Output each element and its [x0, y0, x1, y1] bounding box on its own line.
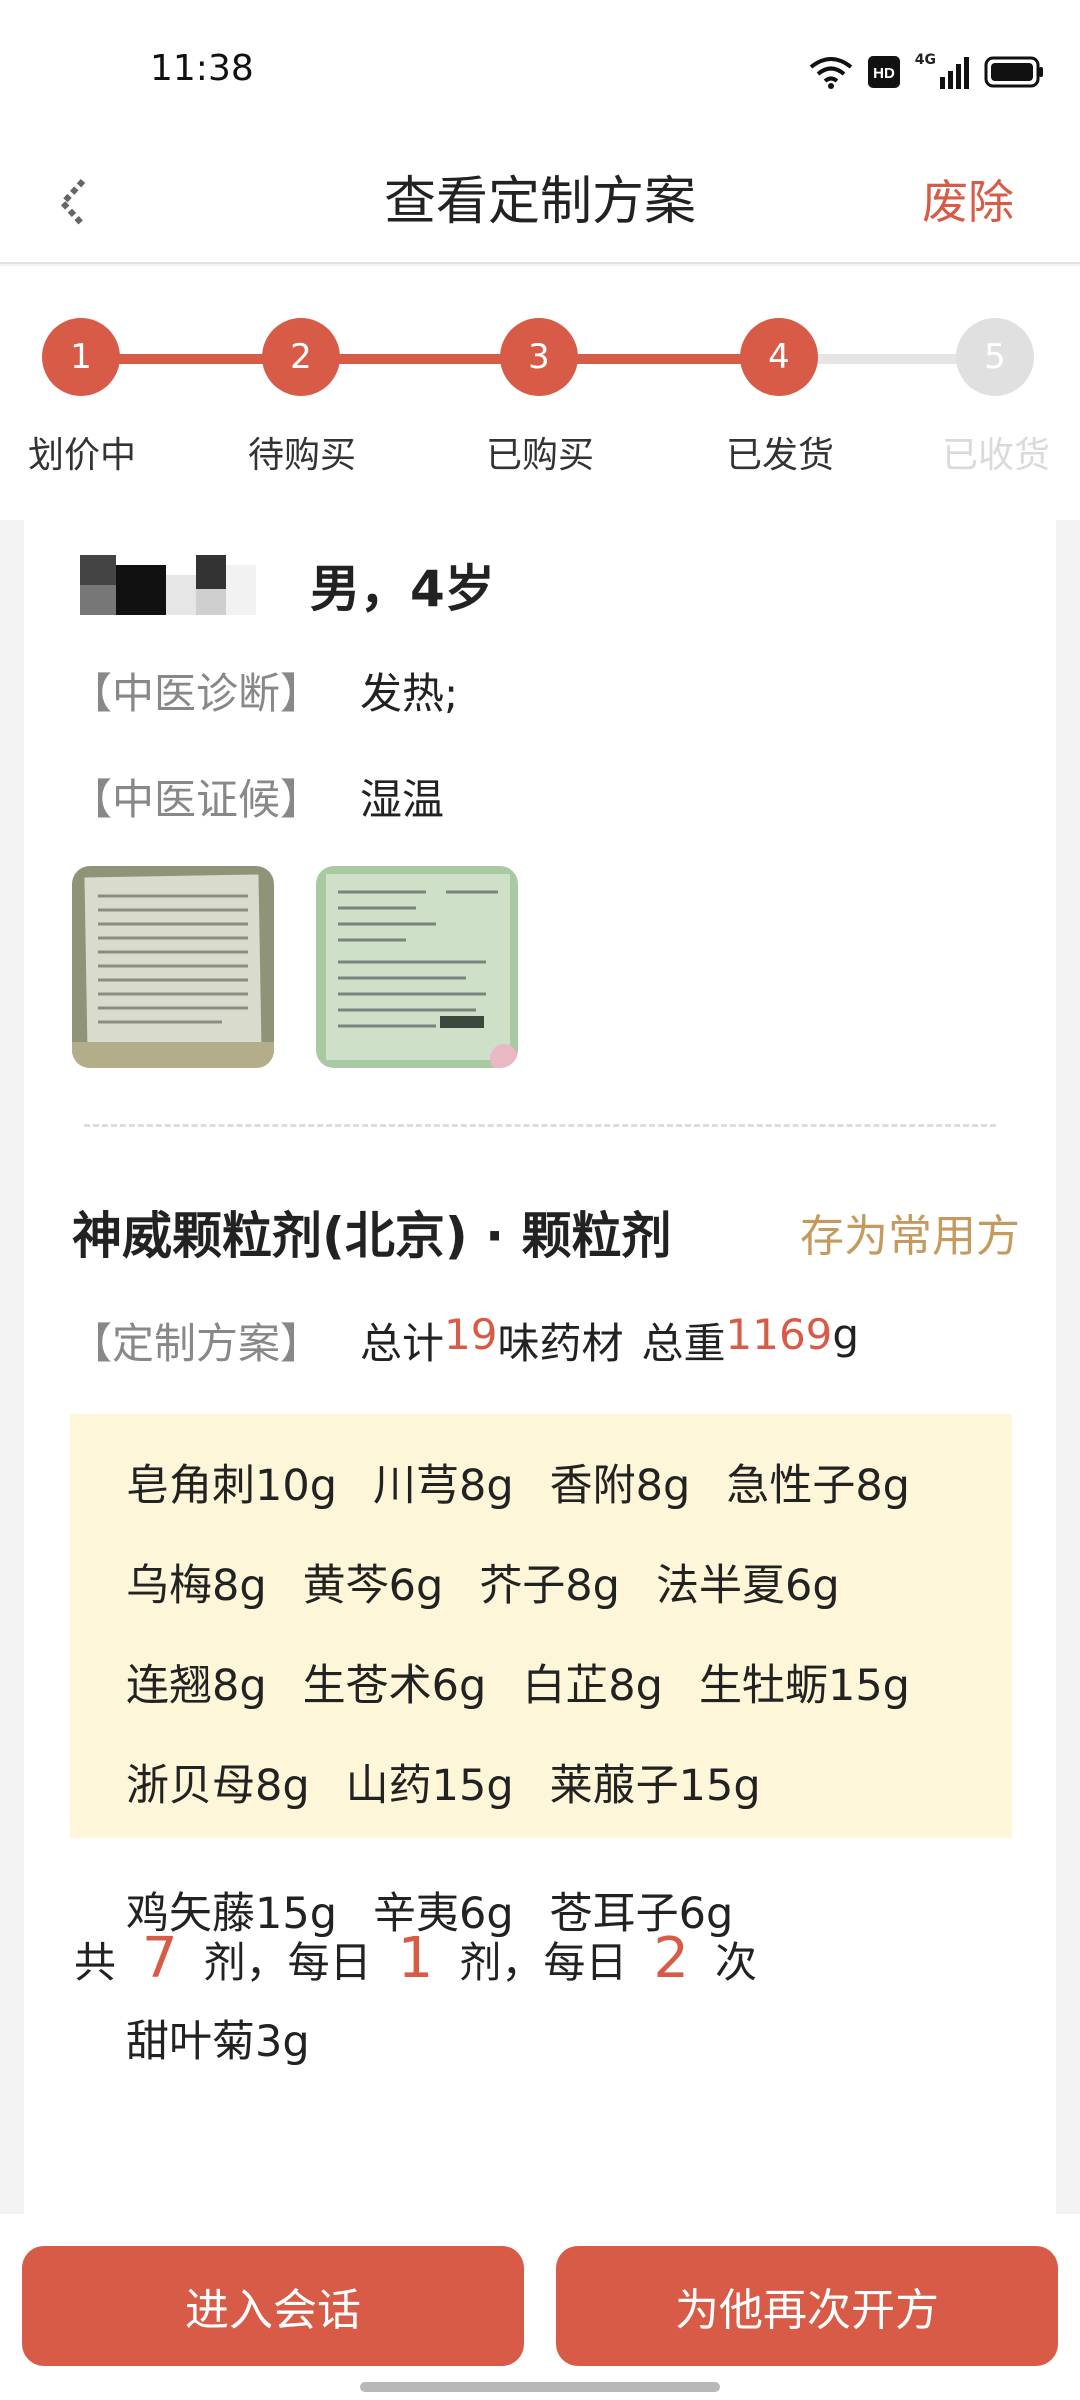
- status-bar: 11:38 HD 4G: [0, 0, 1080, 140]
- diagnosis-label: 【中医诊断】: [70, 669, 323, 718]
- syndrome-label: 【中医证候】: [70, 775, 323, 824]
- total-prefix: 总计: [360, 1319, 445, 1368]
- network-label: 4G: [914, 52, 936, 68]
- attachment-photo-1[interactable]: [72, 866, 274, 1068]
- diagnosis-row: 【中医诊断】 发热;: [70, 660, 458, 721]
- page-title: 查看定制方案: [383, 172, 696, 232]
- step-3-label: 已购买: [485, 435, 594, 476]
- status-icons: HD 4G: [809, 52, 1044, 92]
- custom-plan-label: 【定制方案】: [70, 1319, 323, 1368]
- syndrome-value: 湿温: [360, 775, 445, 824]
- syndrome-row: 【中医证候】 湿温: [70, 766, 444, 827]
- dosage-text: 次: [714, 1938, 757, 1987]
- herb-item: 浙贝母8g: [126, 1761, 310, 1811]
- represcribe-button[interactable]: 为他再次开方: [556, 2246, 1058, 2366]
- step-4-label: 已发货: [725, 435, 834, 476]
- herb-item: 甜叶菊3g: [126, 2017, 310, 2067]
- herb-item: 法半夏6g: [655, 1561, 840, 1611]
- herb-item: 乌梅8g: [126, 1561, 267, 1611]
- step-5-label: 已收货: [941, 435, 1050, 476]
- herb-item: 生牡蛎15g: [698, 1661, 910, 1711]
- document-photo-image: [72, 866, 274, 1068]
- patient-row: 男，4岁: [80, 540, 495, 630]
- dosage-text: 剂，每日: [459, 1938, 628, 1987]
- step-1-circle: 1: [42, 318, 120, 396]
- dose-count: 7: [142, 1926, 178, 1991]
- step-4-circle: 4: [740, 318, 818, 396]
- herb-unit: 味药材: [497, 1319, 624, 1368]
- save-as-common-button[interactable]: 存为常用方: [800, 1200, 1020, 1264]
- hd-icon: HD: [867, 56, 900, 88]
- herb-item: 白芷8g: [522, 1661, 663, 1711]
- status-time: 11:38: [150, 48, 254, 89]
- prescription-summary: 【定制方案】 总计 19 味药材 总重 1169 g: [70, 1310, 859, 1371]
- diagnosis-value: 发热;: [360, 669, 459, 718]
- herb-item: 皂角刺10g: [126, 1461, 338, 1511]
- svg-text:HD: HD: [873, 65, 895, 82]
- nav-bar: 查看定制方案 废除: [0, 140, 1080, 264]
- bottom-action-bar: 进入会话 为他再次开方: [0, 2214, 1080, 2400]
- prescription-title: 神威颗粒剂(北京) · 颗粒剂: [72, 1207, 672, 1265]
- weight-prefix: 总重: [641, 1319, 726, 1368]
- doses-per-day: 1: [397, 1926, 434, 1991]
- total-weight: 1169: [725, 1310, 833, 1359]
- times-per-day: 2: [653, 1926, 689, 1991]
- herb-item: 黄芩6g: [302, 1561, 444, 1611]
- dosage-text: 剂，每日: [203, 1938, 372, 1987]
- abolish-button[interactable]: 废除: [922, 160, 1014, 244]
- section-divider: [84, 1124, 996, 1127]
- progress-steps: 1 2 3 4 5 划价中 待购买 已购买 已发货 已收货: [0, 266, 1080, 520]
- step-1-label: 划价中: [27, 435, 136, 476]
- patient-info: 男，4岁: [310, 560, 495, 618]
- signal-icon: [940, 57, 969, 89]
- wifi-icon: [809, 57, 853, 89]
- herb-list: 皂角刺10g 川芎8g 香附8g 急性子8g 乌梅8g 黄芩6g 芥子8g 法半…: [70, 1414, 1012, 2067]
- herb-item: 芥子8g: [479, 1561, 620, 1611]
- battery-icon: [984, 56, 1043, 88]
- herb-item: 莱菔子15g: [549, 1761, 761, 1811]
- enter-chat-button[interactable]: 进入会话: [22, 2246, 524, 2366]
- attachment-photo-2[interactable]: [316, 866, 518, 1068]
- weight-unit: g: [832, 1310, 860, 1359]
- prescription-card: 男，4岁 【中医诊断】 发热; 【中医证候】 湿温 神威颗粒剂(北京) · 颗粒…: [24, 520, 1056, 2220]
- herb-item: 山药15g: [345, 1761, 514, 1811]
- patient-name-redacted: [80, 555, 290, 615]
- prescription-photo-image: [316, 866, 518, 1068]
- herb-item: 急性子8g: [726, 1461, 910, 1511]
- herb-count: 19: [444, 1310, 498, 1359]
- step-3-circle: 3: [500, 318, 578, 396]
- dosage-text: 共: [74, 1938, 117, 1987]
- herb-item: 香附8g: [549, 1461, 691, 1511]
- step-2-label: 待购买: [247, 435, 356, 476]
- step-2-circle: 2: [262, 318, 340, 396]
- herb-item: 连翘8g: [126, 1661, 267, 1711]
- dosage-instructions: 共 7 剂，每日 1 剂，每日 2 次: [74, 1926, 757, 1991]
- home-indicator[interactable]: [360, 2382, 720, 2392]
- herb-item: 川芎8g: [373, 1461, 514, 1511]
- step-progress-line: [82, 354, 800, 364]
- step-5-circle: 5: [956, 318, 1034, 396]
- herb-item: 生苍术6g: [302, 1661, 487, 1711]
